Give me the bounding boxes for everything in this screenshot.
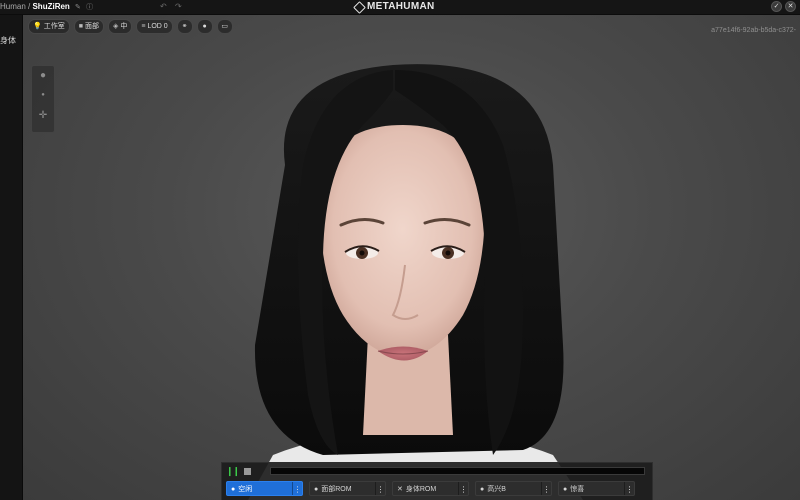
more-options-icon[interactable]: ⋮: [541, 482, 551, 495]
preset-surprise[interactable]: ● 惊喜 ⋮: [558, 481, 635, 496]
metahuman-logo-icon: [353, 0, 366, 14]
pencil-icon[interactable]: ✎: [75, 4, 81, 11]
lightbulb-icon: 💡: [33, 23, 42, 30]
preset-idle[interactable]: ● 空闲 ⋮: [226, 481, 303, 496]
redo-icon[interactable]: ↷: [175, 2, 182, 11]
lod-button[interactable]: ≡ LOD 0: [136, 19, 173, 34]
timeline-scrubber[interactable]: [270, 467, 645, 475]
studio-label: 工作室: [43, 23, 65, 30]
preset-happy[interactable]: ● 高兴B ⋮: [475, 481, 552, 496]
preset-label: 惊喜: [570, 486, 585, 493]
more-options-icon[interactable]: ⋮: [624, 482, 634, 495]
preset-label: 身体ROM: [405, 486, 437, 493]
metahuman-creator-app: Human / ShuZiRen ✎ ⓘ ↶ ↷ METAHUMAN ✓ ✕ 身…: [0, 0, 800, 500]
check-icon[interactable]: ✓: [771, 1, 782, 12]
top-bar: Human / ShuZiRen ✎ ⓘ ↶ ↷ METAHUMAN ✓ ✕: [0, 0, 800, 15]
quality-button[interactable]: ◈ 中: [107, 19, 133, 34]
preset-label: 空闲: [238, 486, 253, 493]
top-right-actions: ✓ ✕: [771, 1, 796, 12]
face-label: 面部: [84, 23, 99, 30]
asset-id-text: a77e14f6-92ab-b5da-c372-: [711, 27, 796, 34]
preset-body-rom[interactable]: ✕ 身体ROM ⋮: [392, 481, 469, 496]
metahuman-portrait: [248, 64, 583, 500]
undo-redo-group: ↶ ↷: [160, 0, 188, 14]
close-icon[interactable]: ✕: [785, 1, 796, 12]
left-sidebar: 身体: [0, 15, 23, 500]
more-options-icon[interactable]: ⋮: [375, 482, 385, 495]
viewport-camera-controls: ● ● ✛: [31, 65, 55, 133]
playback-controls: ❙❙: [226, 466, 252, 477]
undo-icon[interactable]: ↶: [160, 2, 167, 11]
sphere-icon[interactable]: ●: [196, 19, 213, 34]
surprise-icon: ●: [563, 486, 568, 493]
video-camera-icon: ■: [78, 23, 83, 30]
studio-lighting-button[interactable]: 💡 工作室: [28, 19, 70, 34]
lod-label: LOD 0: [147, 23, 168, 30]
move-icon[interactable]: ✛: [32, 110, 54, 121]
preset-label: 高兴B: [487, 486, 506, 493]
body-rom-icon: ✕: [397, 486, 403, 493]
breadcrumb: Human / ShuZiRen ✎ ⓘ: [0, 0, 93, 15]
logo-text: METAHUMAN: [367, 1, 435, 12]
viewport-toolbar: 💡 工作室 ■ 面部 ◈ 中 ≡ LOD 0 ⚭ ● ▭: [28, 19, 233, 34]
info-icon[interactable]: ⓘ: [86, 4, 93, 11]
quality-label: 中: [120, 23, 128, 30]
preset-face-rom[interactable]: ● 面部ROM ⋮: [309, 481, 386, 496]
animation-timeline: ❙❙ ● 空闲 ⋮ ● 面部ROM ⋮ ✕ 身体ROM ⋮ ● 高兴B ⋮ ● …: [221, 462, 653, 500]
metahuman-logo: METAHUMAN: [353, 0, 435, 14]
happy-icon: ●: [480, 486, 485, 493]
breadcrumb-parent[interactable]: Human /: [0, 2, 30, 11]
more-options-icon[interactable]: ⋮: [458, 482, 468, 495]
face-rom-icon: ●: [314, 486, 319, 493]
camera-face-button[interactable]: ■ 面部: [73, 19, 104, 34]
camera-icon[interactable]: ▭: [216, 19, 233, 34]
3d-viewport[interactable]: 💡 工作室 ■ 面部 ◈ 中 ≡ LOD 0 ⚭ ● ▭ a77e14f6-92…: [23, 15, 800, 500]
diamond-icon: ◈: [112, 23, 119, 30]
idle-icon: ●: [231, 486, 236, 493]
pause-icon[interactable]: ❙❙: [226, 466, 240, 477]
link-icon[interactable]: ⚭: [176, 19, 193, 34]
layers-icon: ≡: [141, 23, 146, 30]
animation-presets: ● 空闲 ⋮ ● 面部ROM ⋮ ✕ 身体ROM ⋮ ● 高兴B ⋮ ● 惊喜 ⋮: [226, 481, 635, 496]
head-icon[interactable]: ●: [32, 70, 54, 81]
dot-icon[interactable]: ●: [32, 92, 54, 98]
stop-icon[interactable]: [244, 468, 252, 475]
more-options-icon[interactable]: ⋮: [292, 482, 302, 495]
preset-label: 面部ROM: [321, 486, 352, 493]
breadcrumb-current: ShuZiRen: [32, 2, 70, 11]
sidebar-item-body[interactable]: 身体: [0, 35, 16, 46]
